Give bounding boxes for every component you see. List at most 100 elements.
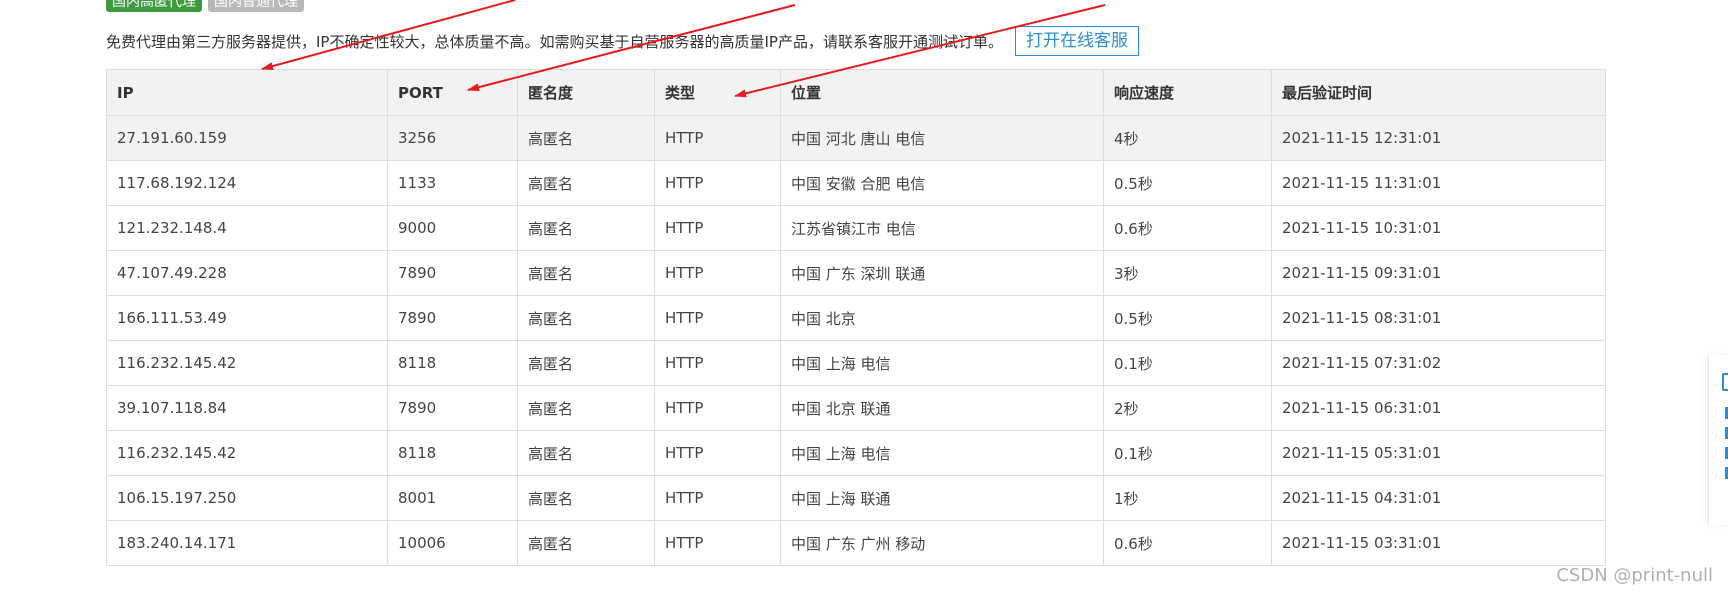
notice-text: 免费代理由第三方服务器提供，IP不确定性较大，总体质量不高。如需购买基于自营服务… xyxy=(106,32,1003,51)
cell-verified-time: 2021-11-15 04:31:01 xyxy=(1271,475,1606,521)
table-row: 116.232.145.42 8118 高匿名 HTTP 中国 上海 电信 0.1秒 202… xyxy=(106,430,1606,476)
cell-type: HTTP xyxy=(654,205,781,251)
cell-speed: 0.5秒 xyxy=(1103,160,1272,206)
proxy-table-container: IP PORT 匿名度 类型 位置 响应速度 最后验证时间 27.191.60.… xyxy=(106,69,1606,566)
cell-type: HTTP xyxy=(654,475,781,521)
cell-type: HTTP xyxy=(654,115,781,161)
cell-speed: 1秒 xyxy=(1103,475,1272,521)
cell-location: 中国 安徽 合肥 电信 xyxy=(780,160,1104,206)
cell-speed: 3秒 xyxy=(1103,250,1272,296)
proxy-tabs: 国内高匿代理 国内普通代理 xyxy=(106,0,304,12)
table-row: 117.68.192.124 1133 高匿名 HTTP 中国 安徽 合肥 电信 0.5秒… xyxy=(106,160,1606,206)
column-header-ip: IP xyxy=(106,69,388,116)
watermark: CSDN @print-null xyxy=(1556,565,1713,586)
cell-location: 中国 北京 联通 xyxy=(780,385,1104,431)
cell-location: 中国 上海 联通 xyxy=(780,475,1104,521)
cell-type: HTTP xyxy=(654,340,781,386)
cell-type: HTTP xyxy=(654,385,781,431)
open-online-service-button[interactable]: 打开在线客服 xyxy=(1014,26,1139,56)
cell-type: HTTP xyxy=(654,520,781,566)
table-header-row: IP PORT 匿名度 类型 位置 响应速度 最后验证时间 xyxy=(106,69,1606,116)
cell-port: 7890 xyxy=(387,385,518,431)
cell-ip: 116.232.145.42 xyxy=(106,430,388,476)
tab-domestic-normal[interactable]: 国内普通代理 xyxy=(208,0,304,12)
table-row: 106.15.197.250 8001 高匿名 HTTP 中国 上海 联通 1秒 2021-… xyxy=(106,475,1606,521)
cell-anonymity: 高匿名 xyxy=(517,475,655,521)
cell-verified-time: 2021-11-15 05:31:01 xyxy=(1271,430,1606,476)
column-header-port: PORT xyxy=(387,69,518,116)
column-header-type: 类型 xyxy=(654,69,781,116)
side-service-widget[interactable] xyxy=(1708,355,1728,525)
cell-port: 10006 xyxy=(387,520,518,566)
cell-type: HTTP xyxy=(654,295,781,341)
cell-location: 中国 北京 xyxy=(780,295,1104,341)
cell-speed: 0.1秒 xyxy=(1103,430,1272,476)
cell-location: 中国 广东 深圳 联通 xyxy=(780,250,1104,296)
cell-ip: 47.107.49.228 xyxy=(106,250,388,296)
cell-anonymity: 高匿名 xyxy=(517,430,655,476)
notice-bar: 免费代理由第三方服务器提供，IP不确定性较大，总体质量不高。如需购买基于自营服务… xyxy=(106,26,1139,56)
cell-speed: 0.6秒 xyxy=(1103,520,1272,566)
cell-verified-time: 2021-11-15 12:31:01 xyxy=(1271,115,1606,161)
table-body: 27.191.60.159 3256 高匿名 HTTP 中国 河北 唐山 电信 4秒 202… xyxy=(106,115,1606,566)
cell-port: 9000 xyxy=(387,205,518,251)
cell-location: 中国 河北 唐山 电信 xyxy=(780,115,1104,161)
cell-port: 3256 xyxy=(387,115,518,161)
table-row: 47.107.49.228 7890 高匿名 HTTP 中国 广东 深圳 联通 3秒 202… xyxy=(106,250,1606,296)
cell-anonymity: 高匿名 xyxy=(517,250,655,296)
cell-anonymity: 高匿名 xyxy=(517,160,655,206)
cell-type: HTTP xyxy=(654,160,781,206)
cell-port: 1133 xyxy=(387,160,518,206)
cell-speed: 4秒 xyxy=(1103,115,1272,161)
proxy-table: IP PORT 匿名度 类型 位置 响应速度 最后验证时间 27.191.60.… xyxy=(106,69,1606,566)
cell-anonymity: 高匿名 xyxy=(517,385,655,431)
cell-ip: 166.111.53.49 xyxy=(106,295,388,341)
cell-verified-time: 2021-11-15 11:31:01 xyxy=(1271,160,1606,206)
cell-ip: 106.15.197.250 xyxy=(106,475,388,521)
cell-verified-time: 2021-11-15 03:31:01 xyxy=(1271,520,1606,566)
cell-ip: 116.232.145.42 xyxy=(106,340,388,386)
cell-speed: 0.5秒 xyxy=(1103,295,1272,341)
chat-icon xyxy=(1722,373,1728,391)
cell-port: 7890 xyxy=(387,295,518,341)
column-header-speed: 响应速度 xyxy=(1103,69,1272,116)
cell-verified-time: 2021-11-15 09:31:01 xyxy=(1271,250,1606,296)
cell-anonymity: 高匿名 xyxy=(517,295,655,341)
cell-ip: 39.107.118.84 xyxy=(106,385,388,431)
cell-anonymity: 高匿名 xyxy=(517,520,655,566)
cell-location: 中国 上海 电信 xyxy=(780,430,1104,476)
column-header-verified-time: 最后验证时间 xyxy=(1271,69,1606,116)
cell-verified-time: 2021-11-15 07:31:02 xyxy=(1271,340,1606,386)
cell-verified-time: 2021-11-15 06:31:01 xyxy=(1271,385,1606,431)
cell-ip: 183.240.14.171 xyxy=(106,520,388,566)
table-row: 27.191.60.159 3256 高匿名 HTTP 中国 河北 唐山 电信 4秒 202… xyxy=(106,115,1606,161)
cell-location: 江苏省镇江市 电信 xyxy=(780,205,1104,251)
cell-location: 中国 上海 电信 xyxy=(780,340,1104,386)
cell-verified-time: 2021-11-15 10:31:01 xyxy=(1271,205,1606,251)
cell-anonymity: 高匿名 xyxy=(517,205,655,251)
cell-speed: 0.6秒 xyxy=(1103,205,1272,251)
cell-ip: 117.68.192.124 xyxy=(106,160,388,206)
tab-domestic-high-anon[interactable]: 国内高匿代理 xyxy=(106,0,202,12)
column-header-location: 位置 xyxy=(780,69,1104,116)
cell-anonymity: 高匿名 xyxy=(517,340,655,386)
cell-port: 8001 xyxy=(387,475,518,521)
table-row: 166.111.53.49 7890 高匿名 HTTP 中国 北京 0.5秒 2021-11… xyxy=(106,295,1606,341)
cell-speed: 2秒 xyxy=(1103,385,1272,431)
cell-port: 7890 xyxy=(387,250,518,296)
cell-location: 中国 广东 广州 移动 xyxy=(780,520,1104,566)
cell-port: 8118 xyxy=(387,340,518,386)
cell-type: HTTP xyxy=(654,250,781,296)
cell-ip: 27.191.60.159 xyxy=(106,115,388,161)
cell-ip: 121.232.148.4 xyxy=(106,205,388,251)
cell-speed: 0.1秒 xyxy=(1103,340,1272,386)
cell-type: HTTP xyxy=(654,430,781,476)
cell-verified-time: 2021-11-15 08:31:01 xyxy=(1271,295,1606,341)
cell-anonymity: 高匿名 xyxy=(517,115,655,161)
table-row: 183.240.14.171 10006 高匿名 HTTP 中国 广东 广州 移动 0.6… xyxy=(106,520,1606,566)
table-row: 116.232.145.42 8118 高匿名 HTTP 中国 上海 电信 0.1秒 202… xyxy=(106,340,1606,386)
cell-port: 8118 xyxy=(387,430,518,476)
table-row: 39.107.118.84 7890 高匿名 HTTP 中国 北京 联通 2秒 2021-1… xyxy=(106,385,1606,431)
table-row: 121.232.148.4 9000 高匿名 HTTP 江苏省镇江市 电信 0.6秒 202… xyxy=(106,205,1606,251)
column-header-anonymity: 匿名度 xyxy=(517,69,655,116)
